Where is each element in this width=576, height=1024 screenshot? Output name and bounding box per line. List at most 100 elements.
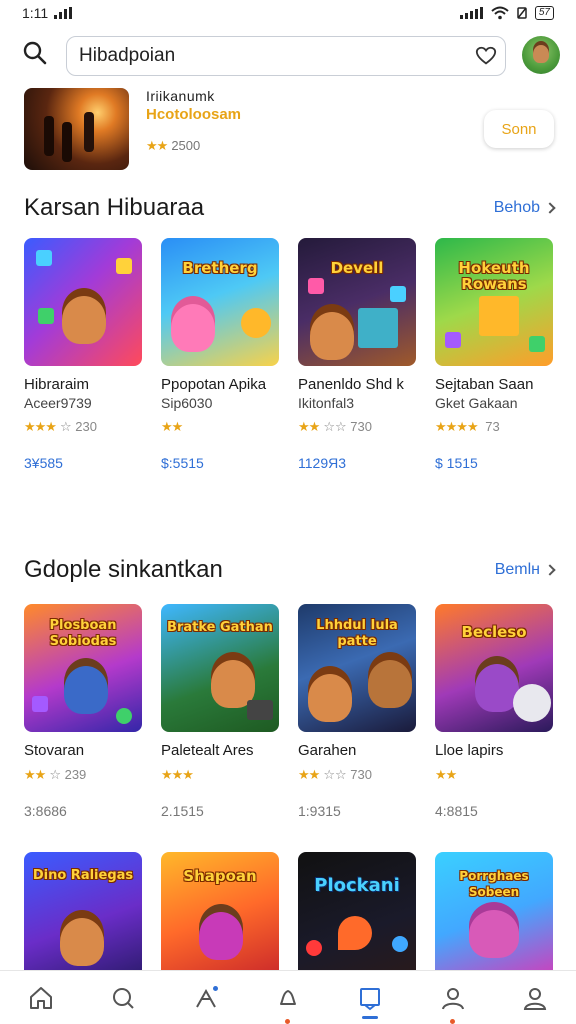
game-thumbnail: Shapoan <box>161 852 279 970</box>
favorite-icon[interactable] <box>475 45 497 67</box>
game-row: Dino Raliegas Shapoan Plockani Porrghaes… <box>24 852 564 970</box>
game-rating: ★★ <box>435 767 553 783</box>
game-rating: ★★ ☆ 239 <box>24 767 142 783</box>
cell-signal-icon <box>459 7 483 19</box>
search-header <box>0 34 576 76</box>
game-rating: ★★ ☆☆ 730 <box>298 419 416 435</box>
nav-account[interactable] <box>510 973 560 1023</box>
game-row: Plosboan Sobiodas Stovaran ★★ ☆ 239 3:868… <box>24 604 564 854</box>
game-rating: ★★ <box>161 419 279 435</box>
account-icon <box>523 987 546 1010</box>
game-tile[interactable]: Porrghaes Sobeen <box>435 852 553 970</box>
star-icons: ★★★ <box>161 767 194 782</box>
game-price: $:5515 <box>161 455 204 471</box>
star-icons: ★★ <box>161 419 183 434</box>
search-button[interactable] <box>22 40 52 70</box>
game-subtitle: Gket Gakaan <box>435 395 518 411</box>
star-icons: ★★ <box>435 767 457 782</box>
featured-game-action-button[interactable]: Sonn <box>484 110 554 148</box>
game-name: Hibraraim <box>24 376 90 393</box>
star-icons: ★★ <box>298 419 320 434</box>
game-thumbnail: Plosboan Sobiodas <box>24 604 142 732</box>
section-title: Karsan Hibuaraa <box>24 194 205 221</box>
nav-search[interactable] <box>98 973 148 1023</box>
notification-dot <box>212 985 218 991</box>
rating-count: 730 <box>350 419 372 434</box>
rating-count: 230 <box>75 419 97 434</box>
star-icons: ★★★★ <box>435 419 479 434</box>
game-thumbnail: Dino Raliegas <box>24 852 142 970</box>
no-sim-icon <box>517 7 527 19</box>
rating-count: 2500 <box>171 138 201 153</box>
featured-game-card[interactable]: Iriikanumk Hcotoloosam ★★ 2500 Sonn <box>0 88 576 174</box>
game-name: Ppopotan Apika <box>161 376 267 393</box>
nav-home[interactable] <box>16 973 66 1023</box>
see-more-link[interactable]: Bemlн <box>495 561 556 579</box>
status-bar: 1:11 57 <box>0 0 576 26</box>
game-price: 1:9315 <box>298 803 341 819</box>
game-tile[interactable]: Plosboan Sobiodas Stovaran ★★ ☆ 239 3:868… <box>24 604 142 819</box>
game-tile[interactable]: Bretherg Ppopotan Apika Sip6030 ★★ $:551… <box>161 238 279 471</box>
game-price: 1129Я3 <box>298 455 347 471</box>
notification-dot <box>284 1018 290 1024</box>
empty-star-icons: ☆☆ <box>323 767 347 782</box>
rating-count: 730 <box>350 767 372 782</box>
battery-indicator: 57 <box>534 6 554 20</box>
nav-notifications[interactable] <box>263 973 313 1024</box>
game-tile[interactable]: Hibraraim Aceer9739 ★★★ ☆ 230 3¥585 <box>24 238 142 471</box>
game-thumbnail: Porrghaes Sobeen <box>435 852 553 970</box>
avatar[interactable] <box>522 36 560 74</box>
game-thumbnail: Devell <box>298 238 416 366</box>
nav-library[interactable] <box>345 973 395 1023</box>
game-tile[interactable]: Becleso Lloe lapirs ★★ 4:8815 <box>435 604 553 819</box>
rating-count: 73 <box>485 419 500 434</box>
featured-game-thumbnail <box>24 88 129 170</box>
rating-count: 239 <box>64 767 87 782</box>
game-thumbnail: Plockani <box>298 852 416 970</box>
search-input[interactable] <box>79 45 459 67</box>
game-tile[interactable]: Lhhdul Iula patte Garahen ★★ ☆☆ 730 1:931… <box>298 604 416 819</box>
featured-game-subtitle: Hcotoloosam <box>146 106 242 123</box>
game-name: Lloe lapirs <box>435 742 504 759</box>
search-field[interactable] <box>66 36 506 76</box>
signal-icon <box>54 7 73 19</box>
game-thumbnail: Becleso <box>435 604 553 732</box>
game-name: Stovaran <box>24 742 85 759</box>
profile-icon <box>441 987 464 1009</box>
library-icon <box>360 987 381 1010</box>
game-price: 3:8686 <box>24 803 67 819</box>
game-tile[interactable]: Plockani <box>298 852 416 970</box>
game-tile[interactable]: Dino Raliegas <box>24 852 142 970</box>
game-rating: ★★★ <box>161 767 279 783</box>
home-icon <box>30 986 53 1009</box>
featured-game-title: Iriikanumk <box>146 88 215 104</box>
game-tile[interactable]: Bratke Gathan Paletealt Ares ★★★ 2.1515 <box>161 604 279 819</box>
empty-star-icons: ☆ <box>49 767 61 782</box>
game-thumbnail <box>24 238 142 366</box>
nav-profile[interactable] <box>428 973 478 1024</box>
see-more-link[interactable]: Behob <box>493 199 556 217</box>
game-row: Hibraraim Aceer9739 ★★★ ☆ 230 3¥585 Breth… <box>24 238 564 488</box>
game-thumbnail: Hokeuth Rowans <box>435 238 553 366</box>
game-name: Garahen <box>298 742 357 759</box>
section-title: Gdople sinkantkan <box>24 556 223 583</box>
game-name: Paletealt Ares <box>161 742 254 759</box>
game-price: $ 1515 <box>435 455 478 471</box>
game-tile[interactable]: Devell Panenldo Shd k Ikitonfal3 ★★ ☆☆ 73… <box>298 238 416 471</box>
game-thumbnail: Bratke Gathan <box>161 604 279 732</box>
see-more-label: Behob <box>493 199 540 216</box>
bottom-navigation <box>0 970 576 1024</box>
featured-game-rating: ★★ 2500 <box>146 138 200 154</box>
game-subtitle: Aceer9739 <box>24 395 92 411</box>
game-rating: ★★★★ 73 <box>435 419 553 435</box>
nav-games[interactable] <box>181 973 231 1023</box>
search-icon <box>23 41 47 65</box>
empty-star-icons: ☆ <box>59 419 72 434</box>
chevron-right-icon <box>544 202 556 214</box>
game-tile[interactable]: Hokeuth Rowans Sejtaban Saan Gket Gakaan… <box>435 238 553 471</box>
game-price: 3¥585 <box>24 455 63 471</box>
notification-dot <box>449 1018 455 1024</box>
game-tile[interactable]: Shapoan <box>161 852 279 970</box>
status-time: 1:11 <box>22 5 49 21</box>
game-price: 4:8815 <box>435 803 478 819</box>
